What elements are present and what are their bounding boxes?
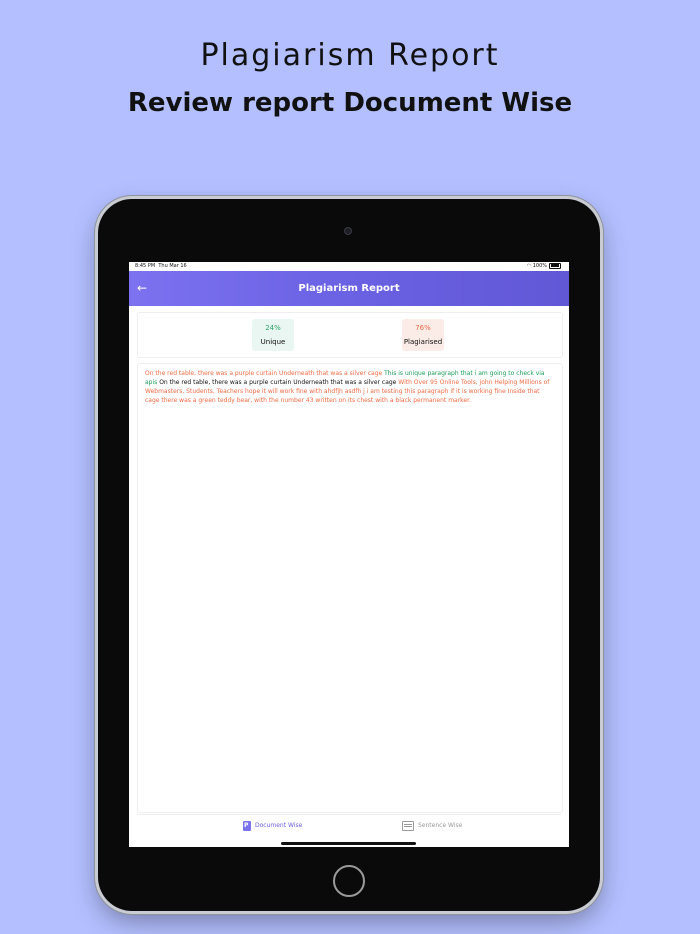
plagiarised-percent: 76%	[415, 324, 431, 332]
unique-stat: 24% Unique	[252, 319, 294, 351]
tab-sentence-wise[interactable]: Sentence Wise	[402, 820, 462, 832]
tab-document-wise-label: Document Wise	[255, 822, 303, 829]
plagiarised-label: Plagiarised	[403, 338, 443, 346]
app-screen: 8:45 PM Thu Mar 16 ◠ 100% ← Plagiarism R…	[129, 262, 569, 847]
tab-sentence-wise-label: Sentence Wise	[418, 822, 463, 829]
tab-document-wise[interactable]: Document Wise	[243, 820, 302, 832]
nav-bar: ← Plagiarism Report	[129, 271, 569, 306]
home-button[interactable]	[333, 865, 365, 897]
status-time-date: 8:45 PM Thu Mar 16	[135, 263, 187, 269]
bottom-tab-bar: Document Wise Sentence Wise	[137, 814, 561, 837]
stats-card: 24% Unique 76% Plagiarised	[137, 312, 563, 358]
home-indicator[interactable]	[281, 842, 416, 845]
wifi-icon: ◠	[526, 263, 532, 269]
tablet-frame: 8:45 PM Thu Mar 16 ◠ 100% ← Plagiarism R…	[98, 199, 600, 911]
nav-title: Plagiarism Report	[298, 283, 400, 294]
camera-dot	[344, 227, 352, 235]
segment-plain: On the red table, there was a purple cur…	[159, 379, 399, 386]
document-icon	[243, 820, 251, 831]
document-card: On the red table, there was a purple cur…	[137, 363, 563, 813]
battery-icon	[549, 262, 561, 269]
status-right: ◠ 100%	[527, 262, 561, 271]
segment-plagiarised: On the red table, there was a purple cur…	[145, 370, 385, 377]
promo-title: Plagiarism Report	[200, 38, 500, 73]
unique-label: Unique	[260, 338, 286, 346]
sentence-list-icon	[402, 820, 414, 831]
unique-percent: 24%	[265, 324, 281, 332]
plagiarised-stat: 76% Plagiarised	[402, 319, 444, 351]
battery-percent: 100%	[532, 263, 547, 269]
document-text: On the red table, there was a purple cur…	[145, 369, 553, 405]
promo-subtitle: Review report Document Wise	[127, 88, 573, 118]
status-bar: 8:45 PM Thu Mar 16 ◠ 100%	[129, 262, 569, 271]
